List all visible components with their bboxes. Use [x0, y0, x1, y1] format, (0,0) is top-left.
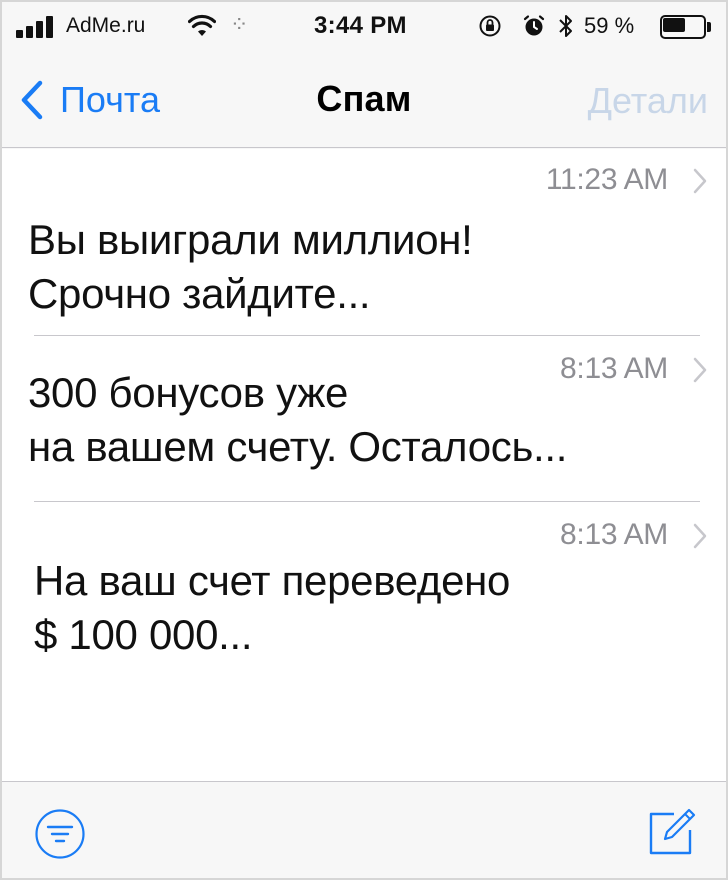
alarm-icon: [523, 15, 545, 36]
chevron-right-icon: [693, 523, 707, 549]
message-preview-line: Срочно зайдите...: [28, 270, 371, 317]
phone-screen: AdMe.ru ⁘ 3:44 PM 59 % Почта Спам Детали…: [0, 0, 728, 880]
wifi-icon: [188, 14, 216, 36]
list-item[interactable]: 8:13 AM 300 бонусов уже на вашем счету. …: [2, 336, 726, 501]
battery-percent: 59 %: [584, 13, 635, 38]
message-preview: На ваш счет переведено $ 100 000...: [34, 554, 704, 662]
message-time: 8:13 AM: [560, 518, 668, 551]
list-item[interactable]: 11:23 AM Вы выиграли миллион! Срочно зай…: [2, 149, 726, 335]
list-item[interactable]: 8:13 AM На ваш счет переведено $ 100 000…: [2, 502, 726, 702]
rotation-lock-icon: [479, 15, 501, 37]
carrier-name: AdMe.ru: [66, 14, 146, 37]
message-preview: 300 бонусов уже на вашем счету. Осталось…: [28, 366, 698, 474]
activity-spinner-icon: ⁘: [230, 12, 249, 37]
message-preview-line: $ 100 000...: [34, 611, 253, 658]
filter-icon[interactable]: [34, 808, 86, 860]
message-preview-line: 300 бонусов уже: [28, 369, 349, 416]
message-list: 11:23 AM Вы выиграли миллион! Срочно зай…: [2, 149, 726, 781]
status-time: 3:44 PM: [314, 12, 407, 39]
bottom-toolbar: [2, 781, 726, 878]
battery-icon: [660, 15, 712, 39]
message-preview-line: на вашем счету. Осталось...: [28, 423, 568, 470]
message-preview: Вы выиграли миллион! Срочно зайдите...: [28, 213, 698, 321]
status-bar: AdMe.ru ⁘ 3:44 PM 59 %: [2, 2, 726, 52]
message-preview-line: Вы выиграли миллион!: [28, 216, 473, 263]
signal-icon: [16, 16, 60, 38]
bluetooth-icon: [559, 15, 572, 37]
navigation-bar: Почта Спам Детали: [2, 52, 726, 148]
message-time: 11:23 AM: [545, 163, 668, 196]
message-preview-line: На ваш счет переведено: [34, 557, 511, 604]
battery-level-fill: [663, 18, 685, 32]
chevron-right-icon: [693, 168, 707, 194]
details-button[interactable]: Детали: [588, 80, 708, 122]
compose-icon[interactable]: [648, 802, 696, 856]
